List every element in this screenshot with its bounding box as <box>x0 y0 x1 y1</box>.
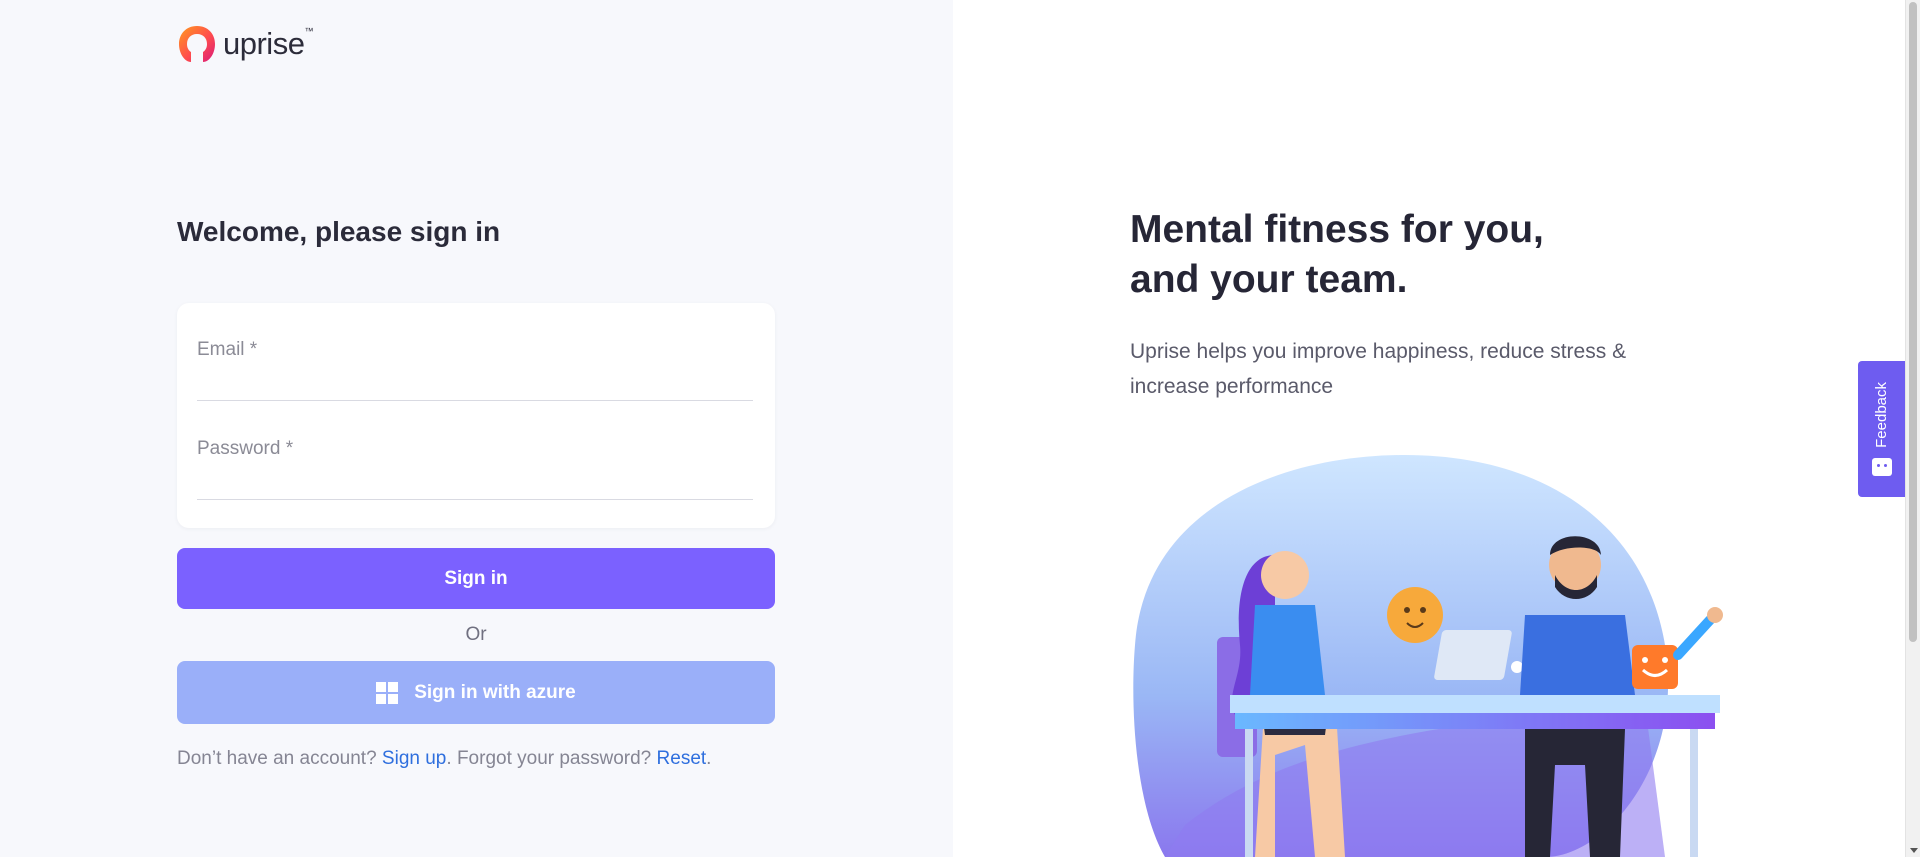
sign-up-link[interactable]: Sign up <box>382 748 446 769</box>
page-title: Welcome, please sign in <box>177 216 501 247</box>
feedback-label: Feedback <box>1873 382 1890 448</box>
reset-link[interactable]: Reset <box>657 748 707 769</box>
windows-icon <box>376 681 399 704</box>
password-field-group: Password * <box>197 438 753 500</box>
password-label: Password * <box>197 438 294 459</box>
password-field[interactable] <box>197 468 753 489</box>
scroll-down-arrow-icon[interactable] <box>1910 848 1918 853</box>
woman-body <box>1250 605 1325 695</box>
no-account-text: Don’t have an account? <box>177 748 382 769</box>
team-illustration <box>1133 455 1723 857</box>
trailing-period: . <box>706 748 712 769</box>
hero-headline: Mental fitness for you, and your team. <box>1130 205 1630 305</box>
desk <box>1230 695 1720 713</box>
uprise-logo-icon <box>179 26 215 62</box>
account-help-text: Don’t have an account? Sign up. Forgot y… <box>177 748 711 770</box>
forgot-password-text: Forgot your password? <box>456 748 657 769</box>
hero-subtitle: Uprise helps you improve happiness, redu… <box>1130 340 1627 398</box>
hero-headline-line2: and your team. <box>1130 258 1408 301</box>
hero-headline-line1: Mental fitness for you, <box>1130 208 1544 251</box>
email-label: Email * <box>197 339 258 360</box>
brand-name: uprise™ <box>223 26 313 61</box>
smile-chat-icon <box>1871 457 1892 476</box>
woman-head <box>1261 551 1309 599</box>
email-field-group: Email * <box>197 339 753 401</box>
uprise-logo[interactable]: uprise™ <box>177 24 313 64</box>
box-character <box>1632 645 1678 689</box>
signin-panel: uprise™ Welcome, please sign in Email * … <box>0 0 953 857</box>
feedback-tab[interactable]: Feedback <box>1858 361 1905 497</box>
separator-text: . <box>446 748 457 769</box>
sign-in-azure-button[interactable]: Sign in with azure <box>177 661 775 724</box>
sign-in-button[interactable]: Sign in <box>177 548 775 609</box>
signin-form-card: Email * Password * <box>177 303 775 528</box>
or-divider: Or <box>465 624 487 645</box>
email-field[interactable] <box>197 369 753 390</box>
man-body <box>1520 615 1635 695</box>
scrollbar-thumb[interactable] <box>1909 2 1917 642</box>
smiley-character <box>1387 587 1443 643</box>
sign-in-azure-label: Sign in with azure <box>414 681 576 703</box>
laptop <box>1434 630 1512 680</box>
scrollbar[interactable] <box>1905 0 1920 857</box>
